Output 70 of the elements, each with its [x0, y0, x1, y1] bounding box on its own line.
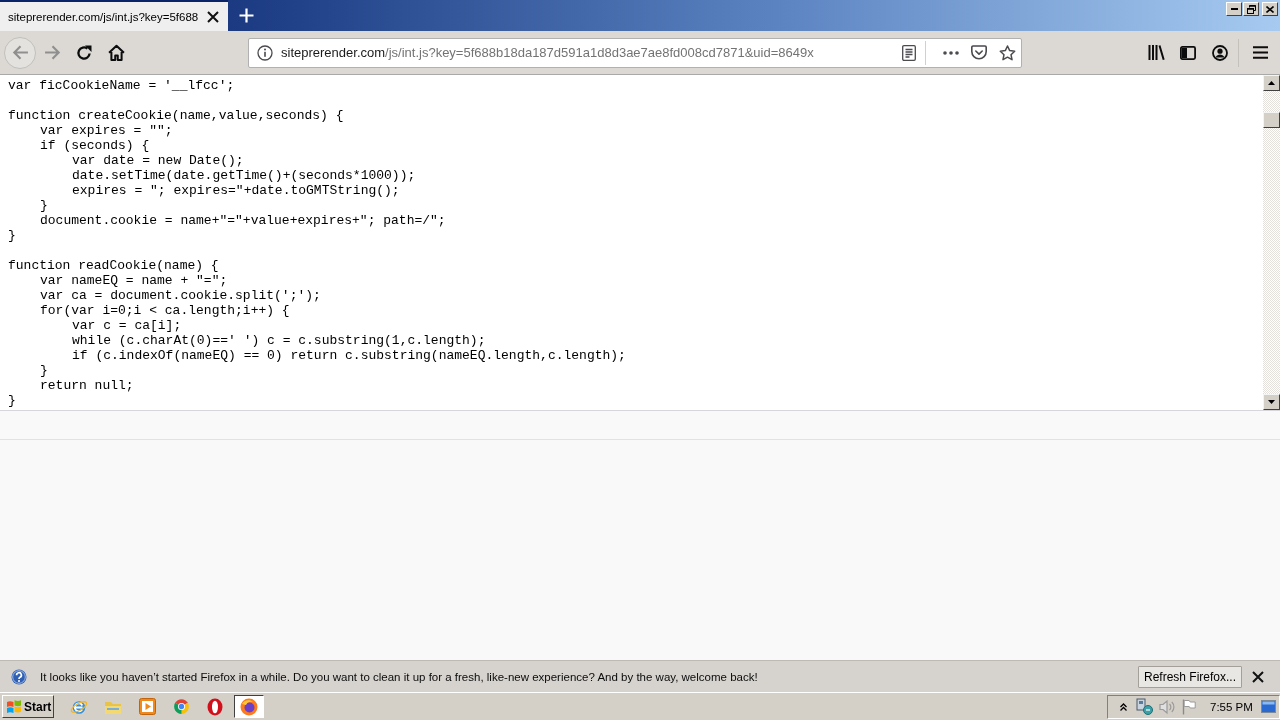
code-line: while (c.charAt(0)==' ') c = c.substring(1,c.length); — [72, 333, 486, 348]
wheel-logo-icon — [172, 698, 190, 715]
reload-icon — [76, 44, 92, 61]
close-icon — [1266, 5, 1274, 13]
desktop-icon — [1261, 700, 1276, 713]
triangle-up-icon — [1268, 81, 1275, 85]
browser-tab[interactable]: siteprerender.com/js/int.js?key=5f688 — [0, 0, 229, 31]
clock-text: 7:55 PM — [1210, 700, 1253, 713]
code-line: var nameEQ = name + "="; — [40, 273, 228, 288]
code-line: var c = ca[i]; — [72, 318, 182, 333]
code-line: date.setTime(date.getTime()+(seconds*1000)); — [72, 168, 416, 183]
code-line: document.cookie = name+"="+value+expires+"; path=/"; — [40, 213, 446, 228]
refresh-button[interactable]: Refresh Firefox... — [1137, 665, 1242, 688]
close-button[interactable] — [1262, 2, 1278, 16]
address-field[interactable]: siteprerender.com/js/int.js?key=5f688b18da187d591a1d8d3ae7ae8fd008cd7871&uid=8649x — [248, 37, 1022, 68]
code-line: var ficCookieName = '__lfcc'; — [8, 78, 235, 93]
code-line: for(var i=0;i < ca.length;i++) { — [40, 303, 290, 318]
code-line: } — [8, 393, 16, 408]
restore-button[interactable] — [1243, 2, 1259, 16]
play-icon — [138, 698, 156, 715]
close-icon — [1252, 670, 1264, 683]
tab-title: siteprerender.com/js/int.js?key=5f688 — [8, 10, 199, 23]
plus-icon — [238, 8, 254, 23]
menu-icon — [1252, 46, 1268, 59]
restore-icon — [1246, 4, 1256, 14]
network-icon — [1136, 698, 1154, 715]
code-line: function createCookie(name,value,seconds) { — [8, 108, 344, 123]
question-icon — [11, 668, 27, 685]
taskbar-app-button[interactable] — [234, 695, 264, 718]
arrow-left-icon — [11, 45, 29, 60]
library-icon — [1147, 45, 1165, 60]
network-tray-button[interactable] — [1134, 696, 1156, 717]
notification-message: It looks like you haven’t started Firefox in a while. Do you want to clean it up for a fresh, like-new experience? And by the way, welcome back! — [40, 670, 758, 683]
globe-logo-icon — [240, 697, 258, 716]
url-text: siteprerender.com/js/int.js?key=5f688b18da187d591a1d8d3ae7ae8fd008cd7871&uid=8649x — [281, 45, 814, 60]
start-button[interactable]: Start — [2, 695, 54, 718]
tab-close-button[interactable] — [206, 9, 221, 24]
account-icon — [1212, 44, 1228, 61]
code-line: if (c.indexOf(nameEQ) == 0) return c.substring(nameEQ.length,c.length); — [72, 348, 626, 363]
dots-icon — [943, 50, 959, 55]
code-line: function readCookie(name) { — [8, 258, 219, 273]
code-line: } — [40, 363, 48, 378]
star-icon — [998, 44, 1016, 61]
ring-logo-icon — [207, 697, 223, 716]
minimize-icon — [1230, 8, 1238, 10]
code-line: expires = "; expires="+date.toGMTString(); — [72, 183, 400, 198]
code-line: var ca = document.cookie.split(';'); — [40, 288, 321, 303]
flag-icon — [1182, 698, 1196, 715]
code-line: var expires = ""; — [40, 123, 173, 138]
page-icon — [902, 44, 916, 61]
code-line: if (seconds) { — [40, 138, 150, 153]
notification-close-button[interactable] — [1250, 668, 1266, 685]
double-chevron-icon — [1119, 702, 1127, 711]
triangle-down-icon — [1268, 400, 1275, 404]
arrow-right-icon — [43, 45, 61, 60]
pocket-icon — [971, 45, 987, 60]
speaker-icon — [1158, 698, 1176, 715]
scroll-down-button[interactable] — [1263, 394, 1280, 410]
code-line: } — [40, 198, 48, 213]
scrollbar-thumb[interactable] — [1263, 112, 1280, 128]
home-icon — [107, 44, 125, 61]
windows-flag-icon — [6, 699, 22, 714]
code-line: var date = new Date(); — [72, 153, 244, 168]
info-icon — [257, 44, 273, 61]
sidebar-icon — [1180, 45, 1196, 60]
code-line: return null; — [40, 378, 134, 393]
scroll-up-button[interactable] — [1263, 75, 1280, 91]
minimize-button[interactable] — [1226, 2, 1242, 16]
close-icon — [207, 10, 220, 23]
code-line: } — [8, 228, 16, 243]
